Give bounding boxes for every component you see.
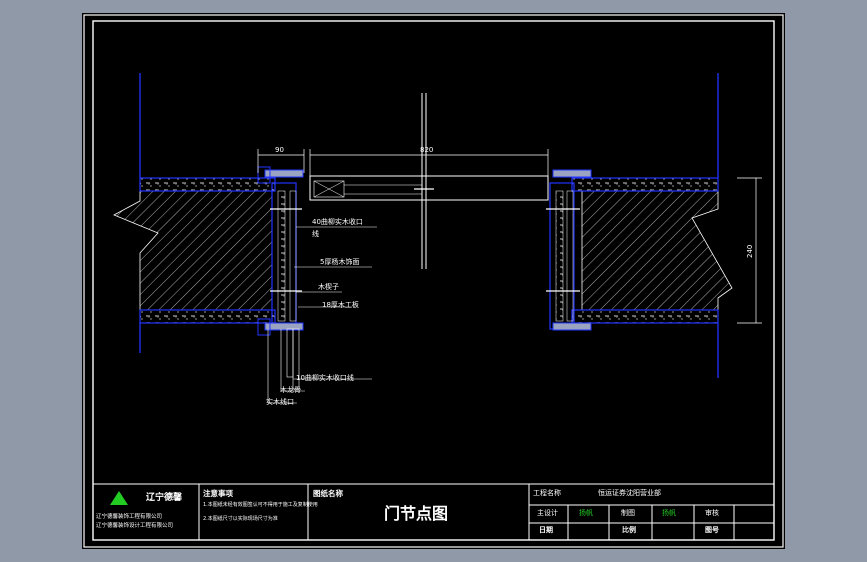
callout-jamb-trim: 40曲柳实木收口: [312, 218, 363, 226]
chief-designer-value: 扬帆: [579, 509, 593, 517]
notes-title: 注意事项: [203, 489, 233, 498]
right-plaster-bottom: [571, 309, 719, 324]
callout-trim-line: 10曲柳实木收口线: [296, 374, 354, 382]
note-2: 2.本图纸尺寸以实际现场尺寸为准: [203, 516, 278, 522]
company-line-2: 辽宁德馨装饰设计工程有限公司: [96, 523, 174, 529]
drawn-by-label: 制图: [621, 509, 635, 517]
callout-jamb-trim-line: 线: [312, 230, 319, 238]
callout-solid-wood-line: 实木线口: [266, 398, 294, 406]
chief-designer-label: 主设计: [537, 509, 558, 517]
dim-opening-width: 820: [420, 146, 433, 154]
dim-wall-thickness: 240: [746, 245, 754, 258]
right-plaster-top: [571, 177, 719, 192]
callout-wood-wedge: 木楔子: [318, 283, 339, 291]
dim-left-width: 90: [275, 146, 284, 154]
right-wall: [546, 73, 733, 378]
callout-plywood: 18厚木工板: [322, 301, 359, 309]
note-1: 1.本图纸未经有效图签认可不得用于施工及复制使用: [203, 502, 318, 508]
right-wall-hatch: [581, 190, 733, 311]
left-wall: [113, 73, 304, 390]
company-short-name: 辽宁德馨: [146, 493, 183, 503]
sheet-no-label: 图号: [705, 526, 719, 534]
company-line-1: 辽宁德馨装饰工程有限公司: [96, 514, 163, 520]
scale-label: 比例: [622, 526, 636, 534]
project-name-label: 工程名称: [533, 489, 561, 497]
left-wall-hatch: [113, 190, 273, 311]
drawn-by-value: 扬帆: [662, 509, 676, 517]
callout-wood-keel: 木龙骨: [280, 386, 301, 394]
project-name: 恒运证券沈阳营业部: [598, 489, 661, 497]
callout-veneer: 5厚杨木饰面: [320, 258, 360, 266]
left-plaster-top: [139, 177, 276, 192]
door-leaf: [309, 93, 549, 269]
drawing-title: 门节点图: [384, 504, 449, 523]
drawing-sheet: 90 820 240 40曲柳实木收口 线 5厚杨木饰面 木楔子 18厚木工板 …: [82, 13, 785, 549]
review-label: 审核: [705, 509, 719, 517]
company-logo: [110, 491, 128, 505]
date-label: 日期: [539, 526, 553, 534]
door-detail-drawing: 90 820 240: [83, 14, 784, 548]
drawing-name-label: 图纸名称: [313, 489, 343, 498]
left-plaster-bottom: [139, 309, 276, 324]
